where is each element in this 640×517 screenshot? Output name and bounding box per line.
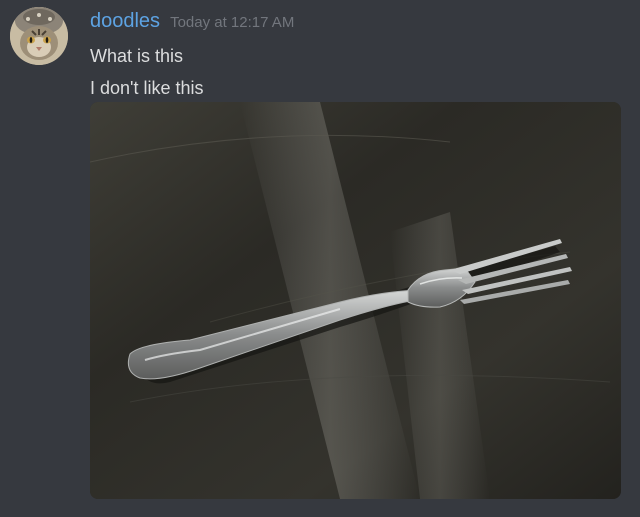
message-text: I don't like this xyxy=(90,78,204,98)
message-text: What is this xyxy=(90,46,184,66)
username[interactable]: doodles xyxy=(90,10,160,33)
cat-avatar-image xyxy=(10,7,68,65)
image-attachment[interactable] xyxy=(90,102,621,499)
timestamp: Today at 12:17 AM xyxy=(170,14,295,31)
chat-message: doodles Today at 12:17 AM What is this I… xyxy=(0,0,640,517)
message-header: doodles Today at 12:17 AM xyxy=(90,10,294,36)
avatar[interactable] xyxy=(10,7,68,65)
fork-photo xyxy=(90,102,621,499)
